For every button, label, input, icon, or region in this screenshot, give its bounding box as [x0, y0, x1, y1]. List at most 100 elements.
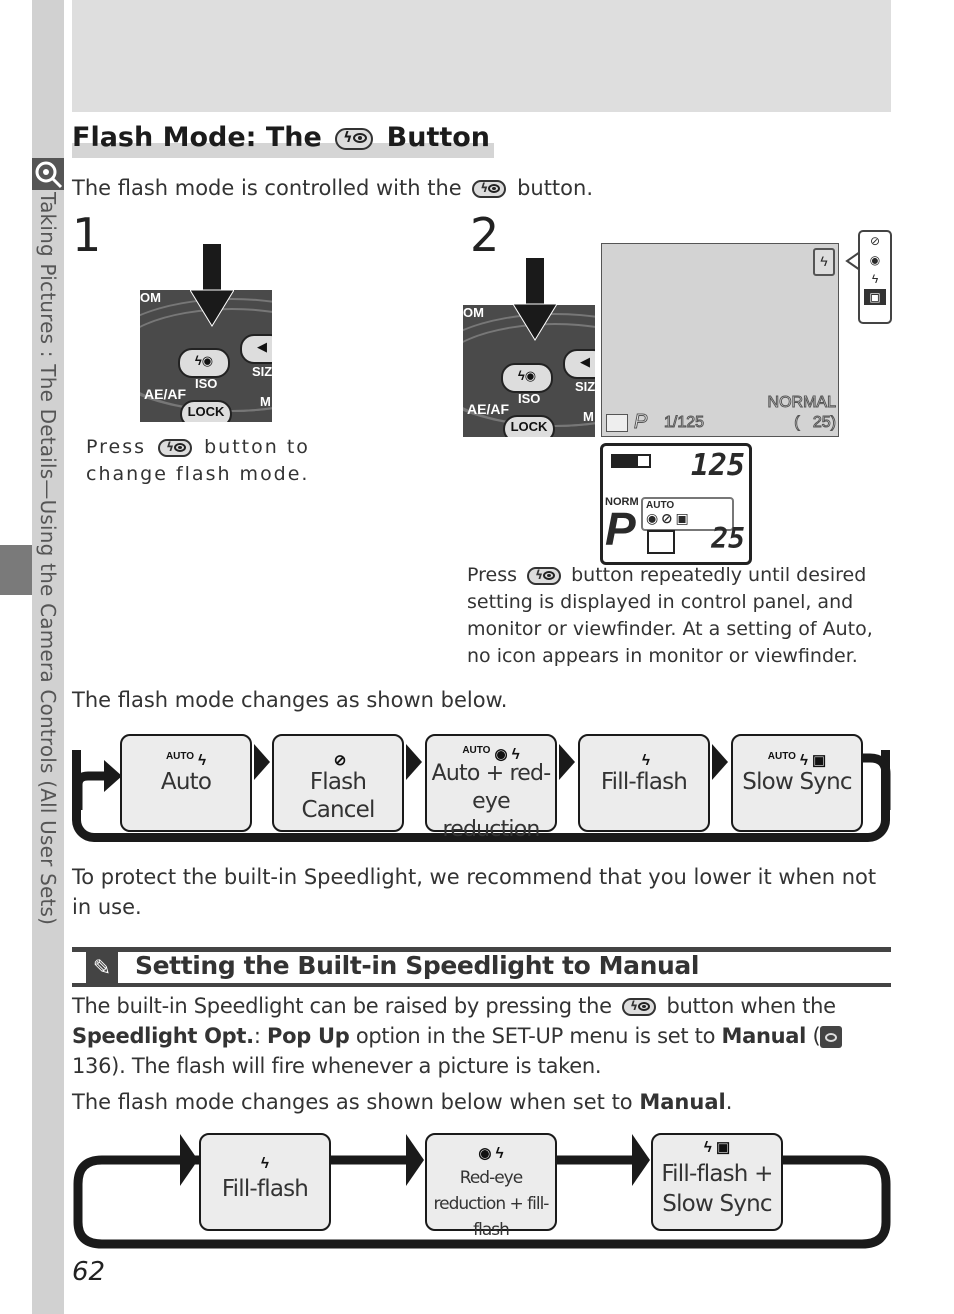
arrow-right-icon — [712, 744, 728, 780]
page-number: 62 — [72, 1257, 106, 1287]
ae-lock-button: LOCK — [503, 415, 555, 437]
manual-cycle-intro: The flash mode changes as shown below wh… — [72, 1090, 732, 1114]
manual-text: The flash mode changes as shown below wh… — [72, 1090, 633, 1114]
red-eye-fill-icon: ◉ ϟ — [478, 1145, 504, 1162]
step-number: 1 — [72, 208, 102, 262]
arrow-right-icon — [632, 1134, 650, 1186]
flash-mode-button: ϟ◉ — [178, 348, 230, 378]
manual-mode-red-eye-fill: ◉ ϟ Red-eye reduction + fill-flash — [425, 1133, 557, 1240]
image-quality: NORMAL — [767, 394, 836, 412]
flash-cancel-icon: ⊘ — [869, 234, 881, 248]
speedlight-opt-term: Speedlight Opt. — [72, 1024, 254, 1048]
lcd-metering-icon — [647, 530, 675, 554]
pencil-note-icon: ✎ — [86, 952, 118, 983]
mode-label: Fill-flash + Slow Sync — [661, 1161, 773, 1217]
intro-paragraph: The flash mode is controlled with the ϟ … — [72, 176, 593, 200]
mode-label: Flash Cancel — [301, 769, 375, 823]
flash-mode-button-icon: ϟ — [622, 998, 657, 1016]
mode-label: Fill-flash — [600, 769, 688, 795]
auto-red-eye-icon: AUTO ◉ ϟ — [462, 745, 520, 763]
fill-flash-icon: ϟ — [813, 248, 835, 276]
mode-label: Red-eye reduction + fill-flash — [433, 1168, 550, 1240]
page-reference-icon — [820, 1026, 843, 1048]
mode-auto: AUTO ϟ Auto — [120, 734, 252, 832]
lcd-exposure-mode: P — [605, 503, 636, 555]
arrow-right-icon — [180, 1134, 198, 1186]
flash-mode-button-icon: ϟ — [158, 438, 193, 457]
mode-auto-red-eye: AUTO ◉ ϟ Auto + red-eye reduction — [425, 734, 557, 842]
metering-icon — [606, 414, 628, 432]
red-eye-icon: ◉ — [646, 510, 659, 526]
note-title: Setting the Built-in Speedlight to Manua… — [135, 951, 700, 980]
chapter-label: Taking Pictures : The Details—Using the … — [36, 192, 60, 926]
fill-flash-icon: ϟ — [642, 752, 650, 769]
cycle-intro: The flash mode changes as shown below. — [72, 688, 508, 712]
cycle-return-arrow — [73, 760, 122, 810]
mode-label: Fill-flash — [221, 1176, 309, 1202]
arrow-right-icon — [254, 744, 270, 780]
lcd-frames: 25 — [711, 522, 745, 555]
flash-mode-button: ϟ◉ — [501, 363, 553, 393]
chapter-tab-marker — [0, 545, 32, 595]
arrow-right-icon — [406, 1134, 424, 1186]
zoom-label: OM — [463, 305, 484, 320]
mode-slow-sync: AUTO ϟ ▣ Slow Sync — [731, 734, 863, 832]
aeaf-label: AE/AF — [467, 401, 509, 417]
caption-text: Press — [86, 436, 147, 458]
ae-lock-button: LOCK — [180, 400, 232, 422]
note-paragraph: The built-in Speedlight can be raised by… — [72, 991, 892, 1081]
flash-cancel-icon: ⊘ — [661, 510, 673, 526]
note-text: button when the — [666, 994, 836, 1018]
step2-caption: Press ϟ button repeatedly until desired … — [467, 562, 897, 670]
fill-slow-sync-icon: ϟ ▣ — [703, 1139, 731, 1156]
exposure-mode: P — [633, 411, 648, 434]
note-rule-bottom — [72, 983, 891, 987]
mode-flash-cancel: ⊘ Flash Cancel — [272, 734, 404, 832]
note-text: The built-in Speedlight can be raised by… — [72, 994, 612, 1018]
aeaf-label: AE/AF — [144, 386, 186, 402]
note-text: The flash will fire whenever a picture i… — [131, 1054, 602, 1078]
title-text: Flash Mode: The — [72, 122, 322, 153]
intro-text: The flash mode is controlled with the — [72, 176, 462, 200]
title-text-suffix: Button — [386, 122, 491, 153]
flash-cancel-icon: ⊘ — [333, 752, 347, 769]
iso-label: ISO — [518, 391, 541, 406]
arrow-right-icon — [559, 744, 575, 780]
mode-label: Auto + red-eye reduction — [431, 761, 552, 842]
pop-up-term: Pop Up — [266, 1024, 350, 1048]
mode-fill-flash: ϟ Fill-flash — [578, 734, 710, 832]
ref-paren: ( — [812, 1024, 821, 1048]
flash-mode-popout: ⊘ ◉ ϟ ▣ — [858, 230, 892, 324]
slow-sync-icon: ▣ — [864, 289, 886, 305]
auto-flash-icon: AUTO ϟ — [165, 751, 207, 769]
fill-flash-icon: ϟ — [871, 272, 879, 286]
monitor-display: ϟ P 1/125 NORMAL ( 25) — [601, 243, 839, 437]
flash-mode-button-icon: ϟ — [527, 566, 562, 585]
m-label: M — [260, 394, 271, 409]
lcd-shutter-speed: 125 — [690, 448, 745, 483]
size-label: SIZ — [575, 379, 595, 394]
size-label: SIZ — [252, 364, 272, 379]
step-number: 2 — [470, 208, 500, 262]
arrow-right-icon — [406, 744, 422, 780]
battery-icon — [611, 454, 651, 468]
flash-mode-button-icon: ϟ — [472, 180, 507, 198]
iso-label: ISO — [195, 376, 218, 391]
step1-caption: Press ϟ button to change flash mode. — [86, 434, 346, 488]
page-title: Flash Mode: The ϟ Button — [72, 122, 495, 158]
zoom-label: OM — [140, 290, 161, 305]
caption-text: Press — [467, 564, 518, 586]
manual-mode-fill-flash: ϟ Fill-flash — [199, 1133, 331, 1231]
separator: : — [253, 1024, 261, 1048]
slow-sync-icon: ▣ — [675, 510, 689, 526]
page-reference[interactable]: 136). — [72, 1054, 126, 1078]
auto-slow-sync-icon: AUTO ϟ ▣ — [767, 751, 827, 769]
control-panel-lcd: 125 NORM AUTO ◉ ⊘ ▣ P 25 — [600, 443, 752, 565]
manual-mode-fill-slow-sync: ϟ ▣ Fill-flash + Slow Sync — [651, 1133, 783, 1231]
intro-text-end: button. — [517, 176, 594, 200]
note-text: option in the SET-UP menu is set to — [355, 1024, 716, 1048]
magnifier-camera-icon — [32, 158, 64, 190]
header-banner — [72, 0, 891, 112]
press-arrow-icon — [190, 244, 234, 327]
fill-flash-icon: ϟ — [261, 1155, 269, 1172]
